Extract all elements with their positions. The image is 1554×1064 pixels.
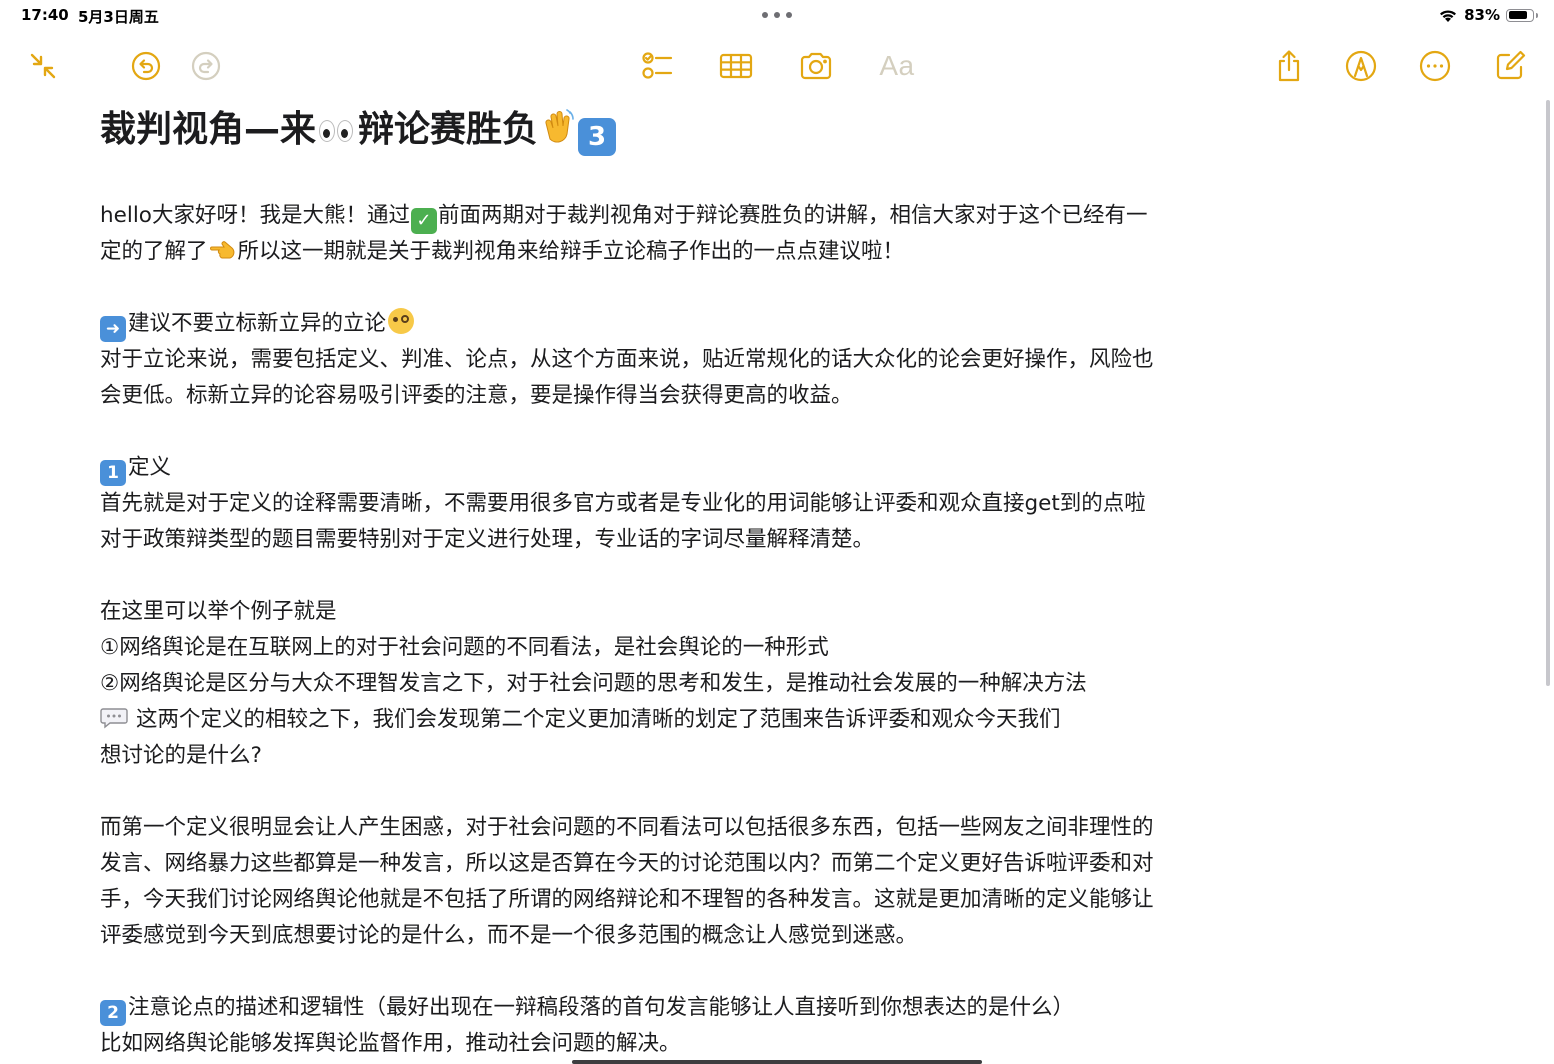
battery-percentage: 83% (1464, 6, 1500, 24)
toolbar: Aa (0, 40, 1554, 92)
intro-text-1b: 前面两期对于裁判视角对于辩论赛胜负的讲解，相信大家对于这个已经有一 (437, 203, 1148, 228)
section-a-line-2: 会更低。标新立异的论容易吸引评委的注意，要是操作得当会获得更高的收益。 (100, 383, 853, 408)
comment-line-2: 想讨论的是什么? (100, 743, 262, 768)
intro-text-2b: 所以这一期就是关于裁判视角来给辩手立论稿子作出的一点点建议啦！ (237, 239, 905, 264)
comment-text-1: 这两个定义的相较之下，我们会发现第二个定义更加清晰的划定了范围来告诉评委和观众今… (136, 707, 1061, 732)
para-line-3: 手，今天我们讨论网络舆论他就是不包括了所谓的网络辩论和不理智的各种发言。这就是更… (100, 887, 1154, 912)
share-icon[interactable] (1269, 46, 1309, 86)
status-bar: 17:40 5月3日周五 83% (0, 0, 1554, 30)
wifi-icon (1440, 9, 1457, 22)
text-format-button[interactable]: Aa (876, 46, 918, 86)
intro-text-2a: 定的了解了 (100, 239, 208, 264)
title-text-2: 辩论赛胜负 (358, 109, 539, 150)
section-2-heading: 2 注意论点的描述和逻辑性（最好出现在一辩稿段落的首句发言能够让人直接听到你想表达… (100, 990, 1300, 1026)
intro-line-2: 定的了解了 所以这一期就是关于裁判视角来给辩手立论稿子作出的一点点建议啦！ (100, 234, 1300, 270)
section-2-heading-text: 注意论点的描述和逻辑性（最好出现在一辩稿段落的首句发言能够让人直接听到你想表达的… (128, 995, 1075, 1020)
markup-icon[interactable] (1341, 46, 1381, 86)
undo-icon[interactable] (126, 46, 166, 86)
keycap-3-icon: 3 (578, 118, 617, 156)
check-mark-icon: ✓ (410, 208, 437, 234)
section-1-heading: 1 定义 (100, 450, 1300, 486)
text-format-label: Aa (879, 50, 915, 81)
eyes-icon (318, 116, 356, 144)
speech-bubble-icon (100, 708, 128, 729)
status-date: 5月3日周五 (78, 8, 159, 26)
example-2: ②网络舆论是区分与大众不理智发言之下，对于社会问题的思考和发生，是推动社会发展的… (100, 671, 1087, 696)
note-content[interactable]: 裁判视角—来 辩论赛胜负 3 hello大家好呀！我是大熊！通过 ✓ 前面两期对于裁判视… (100, 100, 1300, 1062)
para-line-4: 评委感觉到今天到底想要讨论的是什么，而不是一个很多范围的概念让人感觉到迷惑。 (100, 923, 918, 948)
section-a-heading: ➜ 建议不要立标新立异的立论 (100, 306, 1300, 342)
home-indicator[interactable] (572, 1060, 982, 1064)
example-intro: 在这里可以举个例子就是 (100, 599, 337, 624)
comment-line-1: 这两个定义的相较之下，我们会发现第二个定义更加清晰的划定了范围来告诉评委和观众今… (100, 702, 1300, 738)
notes-app-screen: 17:40 5月3日周五 83% Aa 裁判视角—来 辩论赛胜负 3 hello… (0, 0, 1554, 1064)
example-1: ①网络舆论是在互联网上的对于社会问题的不同看法，是社会舆论的一种形式 (100, 635, 829, 660)
status-right: 83% (1438, 5, 1538, 25)
para-line-1: 而第一个定义很明显会让人产生困惑，对于社会问题的不同看法可以包括很多东西，包括一… (100, 815, 1154, 840)
checklist-icon[interactable] (637, 46, 677, 86)
camera-icon[interactable] (796, 46, 836, 86)
keycap-1-icon: 1 (100, 460, 126, 486)
intro-text-1a: hello大家好呀！我是大熊！通过 (100, 203, 410, 228)
section-1-line-1: 首先就是对于定义的诠释需要清晰，不需要用很多官方或者是专业化的用词能够让评委和观… (100, 491, 1146, 516)
intro-line-1: hello大家好呀！我是大熊！通过 ✓ 前面两期对于裁判视角对于辩论赛胜负的讲解，相… (100, 198, 1300, 234)
para-line-2: 发言、网络暴力这些都算是一种发言，所以这是否算在今天的讨论范围以内？而第二个定义… (100, 851, 1154, 876)
compose-icon[interactable] (1490, 46, 1530, 86)
section-1-heading-text: 定义 (128, 455, 172, 480)
note-title: 裁判视角—来 辩论赛胜负 3 (100, 100, 1300, 160)
battery-icon (1506, 8, 1538, 22)
more-icon[interactable] (1415, 46, 1455, 86)
section-2-line-1: 比如网络舆论能够发挥舆论监督作用，推动社会问题的解决。 (100, 1031, 681, 1056)
keycap-2-icon: 2 (100, 1000, 126, 1026)
collapse-icon[interactable] (23, 46, 63, 86)
vertical-scrollbar[interactable] (1546, 100, 1550, 686)
pointing-hand-icon (209, 241, 234, 259)
waving-hand-icon (545, 109, 574, 143)
section-1-line-2: 对于政策辩类型的题目需要特别对于定义进行处理，专业话的字词尽量解释清楚。 (100, 527, 875, 552)
multitasking-dots-icon[interactable] (762, 12, 792, 20)
redo-icon[interactable] (186, 46, 226, 86)
right-arrow-icon: ➜ (100, 316, 126, 342)
monocle-face-icon (388, 308, 415, 334)
table-icon[interactable] (716, 46, 756, 86)
note-body: hello大家好呀！我是大熊！通过 ✓ 前面两期对于裁判视角对于辩论赛胜负的讲解，相… (100, 198, 1300, 1062)
title-text-1: 裁判视角—来 (100, 109, 317, 150)
status-time: 17:40 (21, 6, 69, 24)
section-a-line-1: 对于立论来说，需要包括定义、判准、论点，从这个方面来说，贴近常规化的话大众化的论… (100, 347, 1154, 372)
section-a-heading-text: 建议不要立标新立异的立论 (128, 311, 387, 336)
